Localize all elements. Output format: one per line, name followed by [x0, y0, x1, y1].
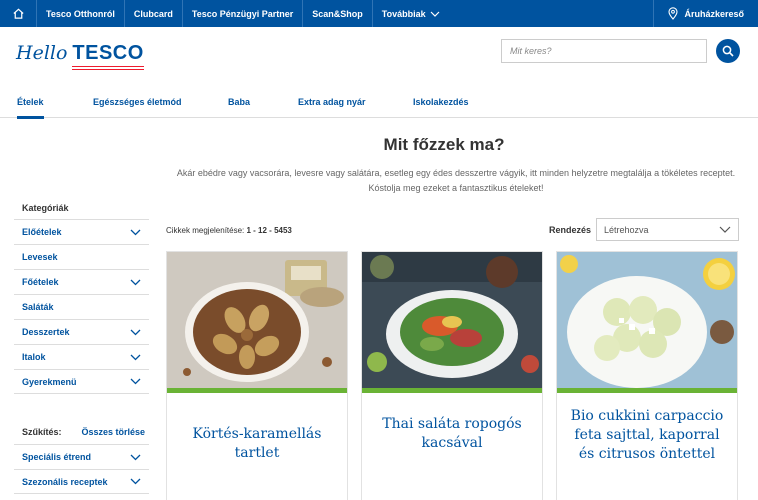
sidebar-item-foetelek[interactable]: Főételek — [14, 269, 149, 294]
sidebar-item-levesek[interactable]: Levesek — [14, 244, 149, 269]
recipe-image-pear-tart — [167, 252, 347, 388]
page-title: Mit főzzek ma? — [383, 135, 505, 154]
sidebar-item-label: Desszertek — [22, 327, 70, 337]
store-finder-label: Áruházkereső — [684, 8, 744, 19]
sidebar-item-italok[interactable]: Italok — [14, 344, 149, 369]
topbar-link-scan-shop[interactable]: Scan&Shop — [303, 0, 373, 27]
search-input[interactable]: Mit keres? — [501, 39, 707, 63]
chevron-down-icon — [130, 354, 141, 360]
chevron-down-icon — [130, 378, 141, 385]
sidebar-item-salatak[interactable]: Saláták — [14, 294, 149, 319]
main-navigation: Ételek Egészséges életmód Baba Extra ada… — [0, 88, 758, 119]
sidebar-item-label: Előételek — [22, 227, 62, 237]
topbar-link-home-delivery[interactable]: Tesco Otthonról — [37, 0, 125, 27]
topbar-more-label: Továbbiak — [381, 8, 426, 19]
tab-etelek[interactable]: Ételek — [17, 97, 44, 119]
chevron-down-icon — [130, 279, 141, 285]
location-pin-icon — [668, 7, 679, 20]
chevron-down-icon — [719, 226, 731, 233]
chevron-down-icon — [130, 478, 141, 485]
recipe-card-title[interactable]: Bio cukkini carpaccio feta sajttal, kapo… — [557, 393, 737, 464]
filter-item-label: Szezonális receptek — [22, 476, 108, 487]
search-button[interactable] — [716, 39, 740, 63]
sidebar-item-gyerekmenu[interactable]: Gyerekmenü — [14, 369, 149, 394]
sidebar-item-label: Saláták — [22, 302, 54, 312]
sort-label: Rendezés — [549, 225, 592, 235]
tab-iskolakezdes[interactable]: Iskolakezdés — [413, 97, 469, 107]
search-icon — [722, 45, 734, 57]
recipe-card[interactable]: Bio cukkini carpaccio feta sajttal, kapo… — [556, 251, 738, 500]
page-intro: Akár ebédre vagy vacsorára, levesre vagy… — [176, 168, 736, 193]
filter-special-diet[interactable]: Speciális étrend — [14, 444, 149, 469]
sidebar-item-desszertek[interactable]: Desszertek — [14, 319, 149, 344]
recipe-card-title[interactable]: Körtés-karamellás tartlet — [167, 393, 347, 463]
filter-sidebar: Szűkítés: Összes törlése Speciális étren… — [14, 420, 149, 494]
recipe-card-title[interactable]: Thai saláta ropogós kacsával — [362, 393, 542, 453]
sort-select[interactable]: Létrehozva — [596, 218, 739, 241]
category-sidebar: Kategóriák Előételek Levesek Főételek Sa… — [14, 200, 149, 394]
topbar-link-clubcard[interactable]: Clubcard — [125, 0, 183, 27]
store-finder-link[interactable]: Áruházkereső — [653, 0, 758, 27]
recipe-card[interactable]: Körtés-karamellás tartlet — [166, 251, 348, 500]
topbar-link-finance[interactable]: Tesco Pénzügyi Partner — [183, 0, 304, 27]
logo-hello-text: Hello — [16, 42, 68, 64]
tab-baba[interactable]: Baba — [228, 97, 250, 107]
chevron-down-icon — [430, 11, 440, 17]
home-icon — [12, 8, 24, 19]
filter-label: Szűkítés: — [22, 427, 62, 437]
sidebar-item-label: Italok — [22, 352, 46, 362]
sidebar-item-eloetelek[interactable]: Előételek — [14, 219, 149, 244]
categories-heading: Kategóriák — [22, 203, 69, 213]
filter-seasonal-recipes[interactable]: Szezonális receptek — [14, 469, 149, 494]
hello-tesco-logo[interactable]: Hello TESCO — [16, 42, 144, 70]
sort-selected-value: Létrehozva — [604, 224, 649, 235]
recipe-image-thai-salad — [362, 252, 542, 388]
filter-header: Szűkítés: Összes törlése — [14, 420, 149, 444]
top-utility-bar: Tesco Otthonról Clubcard Tesco Pénzügyi … — [0, 0, 758, 27]
filter-item-label: Speciális étrend — [22, 452, 92, 462]
topbar-more-menu[interactable]: Továbbiak — [373, 0, 449, 27]
tab-egeszseges-eletmod[interactable]: Egészséges életmód — [93, 97, 182, 107]
sidebar-item-label: Levesek — [22, 252, 58, 262]
results-count: Cikkek megjelenítése: 1 - 12 - 5453 — [166, 226, 292, 235]
sidebar-item-label: Gyerekmenü — [22, 376, 77, 387]
logo-tesco-text: TESCO — [72, 42, 144, 70]
results-count-value: 1 - 12 - 5453 — [246, 226, 292, 235]
chevron-down-icon — [130, 229, 141, 235]
chevron-down-icon — [130, 329, 141, 335]
results-count-label: Cikkek megjelenítése: — [166, 226, 245, 235]
home-button[interactable] — [0, 0, 37, 27]
chevron-down-icon — [130, 454, 141, 460]
sidebar-item-label: Főételek — [22, 277, 59, 287]
clear-all-filters-link[interactable]: Összes törlése — [81, 427, 145, 437]
recipe-image-zucchini-carpaccio — [557, 252, 737, 388]
recipe-card[interactable]: Thai saláta ropogós kacsával — [361, 251, 543, 500]
tab-extra-adag-nyar[interactable]: Extra adag nyár — [298, 97, 366, 107]
